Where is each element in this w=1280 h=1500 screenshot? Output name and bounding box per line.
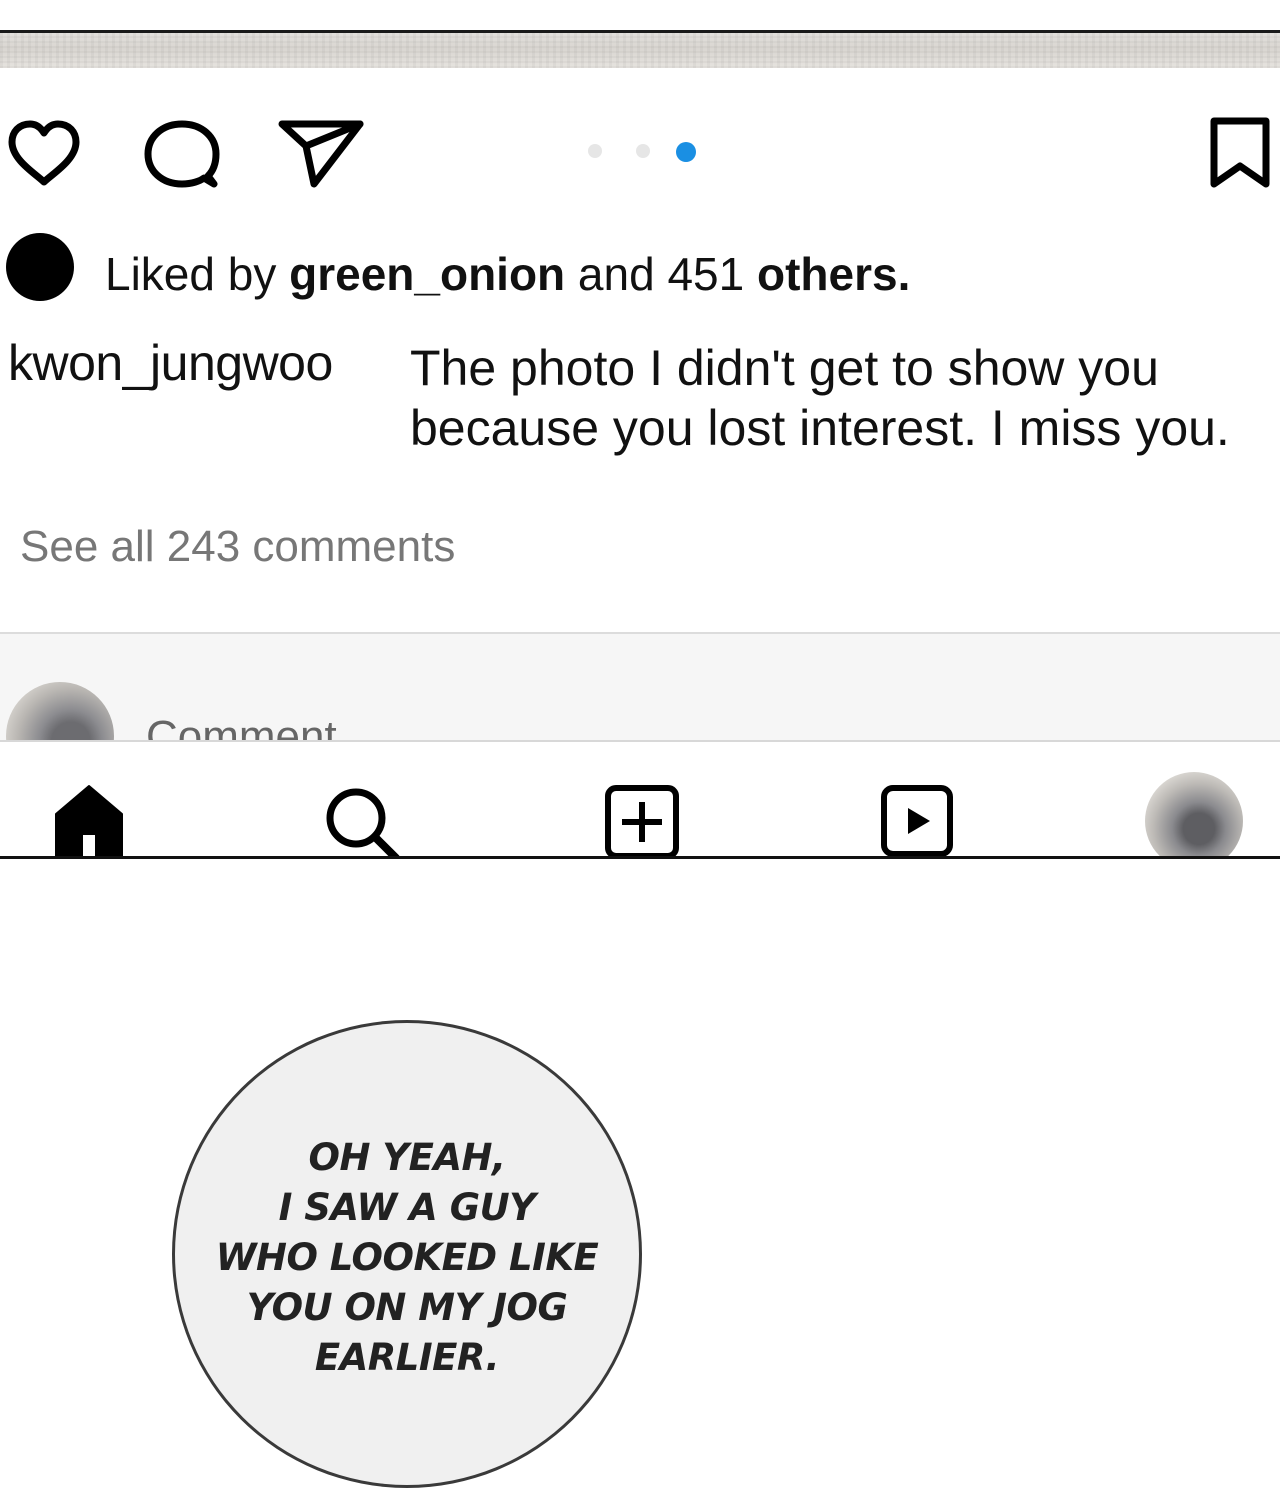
nav-bottom-border [0,856,1280,859]
home-icon[interactable] [54,784,124,858]
caption-text: The photo I didn't get to show you becau… [410,340,1230,456]
likes-others-link[interactable]: others. [757,248,910,300]
speech-line: YOU ON MY JOG [246,1286,568,1329]
liker-username[interactable]: green_onion [289,248,565,300]
see-all-comments-link[interactable]: See all 243 comments [20,520,455,574]
comment-bar: Comment [0,632,1280,742]
carousel-dot [636,144,650,158]
reels-icon[interactable] [880,784,954,858]
add-post-icon[interactable] [604,784,680,858]
commenter-avatar [6,682,114,742]
likes-middle: and 451 [565,248,757,300]
speech-line: I SAW A GUY [278,1186,536,1229]
search-icon[interactable] [324,786,404,858]
caption-username[interactable]: kwon_jungwoo [8,333,333,393]
likes-prefix: Liked by [105,248,290,300]
divider [0,740,1280,742]
carousel-dot [588,144,602,158]
likes-summary[interactable]: Liked by green_onion and 451 others. [105,246,910,302]
carousel-dot-active [676,142,696,162]
speech-bubble-text: OH YEAH, I SAW A GUY WHO LOOKED LIKE YOU… [172,1133,642,1383]
paper-plane-icon[interactable] [276,118,366,190]
carousel-indicator [588,142,698,162]
comment-input[interactable]: Comment [146,710,337,742]
speech-line: WHO LOOKED LIKE [215,1236,599,1279]
speech-line: OH YEAH, [308,1136,506,1179]
bookmark-icon[interactable] [1208,116,1272,190]
heart-icon[interactable] [6,118,82,188]
post-image[interactable] [0,33,1280,68]
liker-avatar[interactable] [6,233,74,301]
comment-bubble-icon[interactable] [142,118,220,190]
speech-line: EARLIER. [314,1336,500,1379]
